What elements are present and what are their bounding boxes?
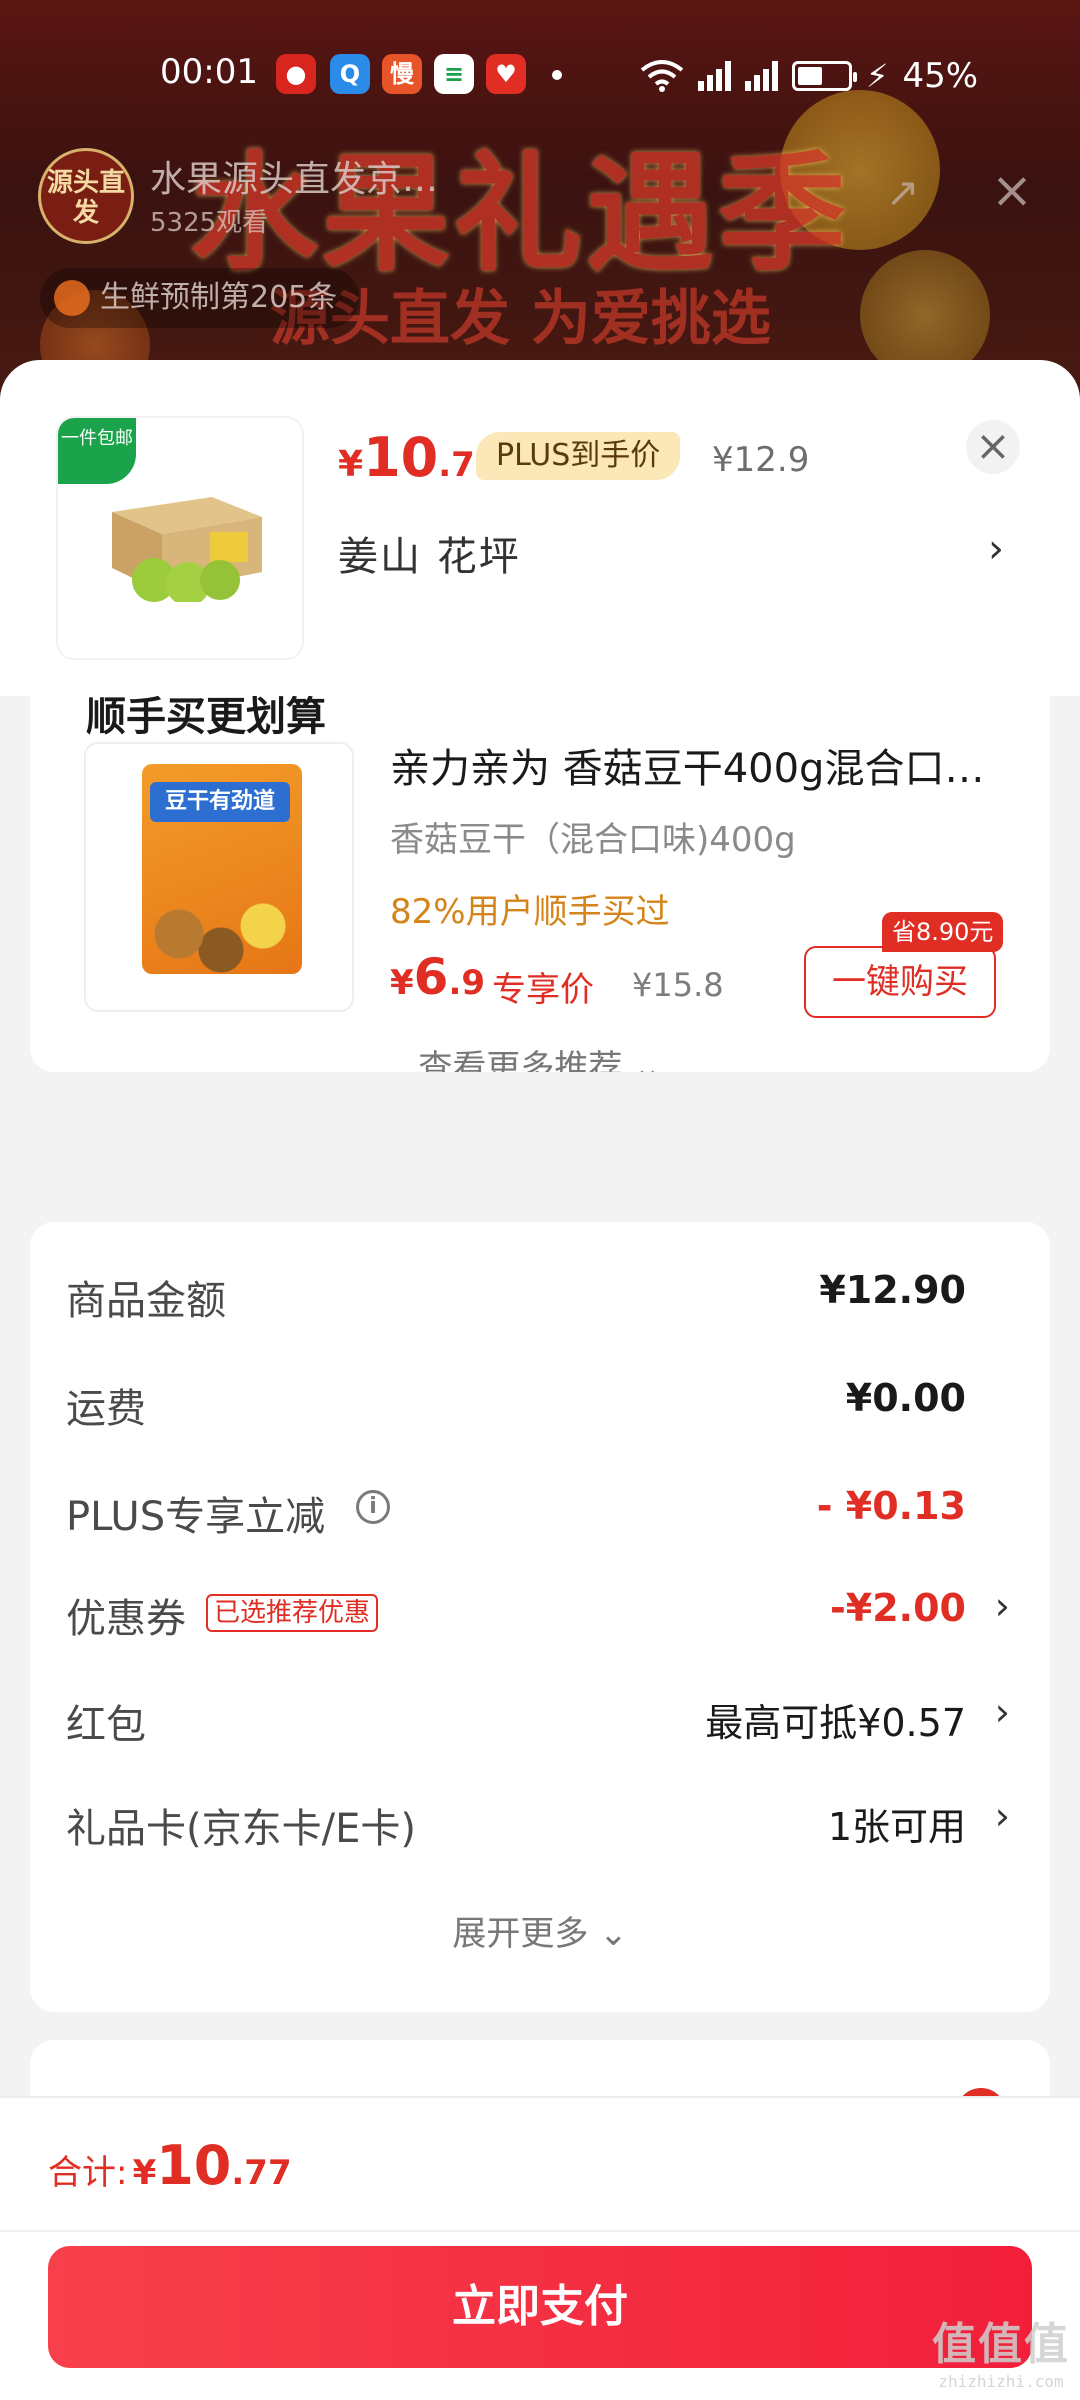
battery-icon: [792, 61, 857, 91]
shipping-row: 运费 ¥0.00: [30, 1362, 1050, 1442]
recommend-original-price: ¥15.8: [632, 966, 724, 1004]
stream-title[interactable]: 水果源头直发京…: [150, 150, 438, 202]
price-symbol: ¥: [390, 963, 414, 1003]
wifi-icon: [640, 60, 684, 92]
chat-app-icon: ≡: [434, 54, 474, 94]
product-box-graphic: [112, 497, 262, 602]
row-label: 运费: [66, 1386, 146, 1432]
recommend-price: ¥6.9: [390, 948, 485, 1006]
order-total: 合计: ¥10.77: [48, 2134, 292, 2197]
product-header: 一件包邮 ¥10.77 PLUS到手价 ¥12.9 姜山 花坪 ›: [0, 360, 1080, 696]
chevron-right-icon[interactable]: ›: [988, 526, 1004, 572]
one-click-buy-button[interactable]: 一键购买: [804, 946, 996, 1018]
site-watermark: 值值值 zhizhizhi.com: [926, 2308, 1076, 2391]
total-symbol: ¥: [132, 2153, 157, 2193]
info-icon[interactable]: i: [356, 1490, 390, 1524]
fruit-tag-icon: [54, 280, 90, 316]
more-recommendations-label: 查看更多推荐: [418, 1048, 623, 1072]
total-decimal: .77: [231, 2153, 292, 2193]
chevron-down-icon: ⌄: [633, 1048, 662, 1072]
row-label: 红包: [66, 1702, 146, 1748]
viewer-count: 5325观看: [150, 208, 269, 238]
row-label: 优惠券: [66, 1596, 186, 1642]
price-decimal: .9: [448, 963, 486, 1003]
plus-discount-row: PLUS专享立减 i - ¥0.13: [30, 1470, 1050, 1550]
price-integer: 6: [413, 948, 449, 1006]
more-recommendations-link[interactable]: 查看更多推荐 ⌄: [30, 1040, 1050, 1072]
selected-spec[interactable]: 姜山 花坪: [338, 524, 521, 582]
price-breakdown-card: 商品金额 ¥12.90 运费 ¥0.00 PLUS专享立减 i - ¥0.13 …: [30, 1222, 1050, 2012]
tofu-bag-label: 豆干有劲道: [150, 782, 290, 822]
app-notification-icon: ●: [276, 54, 316, 94]
savings-badge: 省8.90元: [882, 912, 1004, 952]
battery-percent: 45%: [902, 56, 979, 96]
product-image[interactable]: 一件包邮: [58, 418, 302, 658]
tofu-pieces-graphic: [116, 894, 326, 974]
recommend-product-title[interactable]: 亲力亲为 香菇豆干400g混合口味休闲零食: [390, 736, 1020, 794]
gift-card-row[interactable]: 礼品卡(京东卡/E卡) 1张可用 ›: [30, 1782, 1050, 1862]
row-value: 1张可用: [827, 1805, 966, 1849]
signal-icon: [745, 61, 778, 91]
row-value: -¥2.00: [830, 1586, 966, 1630]
original-price: ¥12.9: [712, 440, 810, 480]
coupon-row[interactable]: 优惠券 已选推荐优惠 -¥2.00 ›: [30, 1572, 1050, 1652]
row-label: 礼品卡(京东卡/E卡): [66, 1806, 416, 1852]
goods-amount-row: 商品金额 ¥12.90: [30, 1254, 1050, 1334]
social-proof-text: 82%用户顺手买过: [390, 892, 670, 932]
charging-icon: ⚡: [866, 57, 889, 95]
pay-now-button[interactable]: 立即支付: [48, 2246, 1032, 2368]
row-label: 商品金额: [66, 1278, 226, 1324]
row-value: ¥0.00: [845, 1376, 966, 1420]
chevron-right-icon: ›: [994, 1794, 1010, 1838]
app-notification-icon: 慢: [382, 54, 422, 94]
stream-tag[interactable]: 生鲜预制第205条: [40, 268, 360, 328]
chevron-right-icon: ›: [994, 1690, 1010, 1734]
free-shipping-ribbon: 一件包邮: [58, 418, 136, 484]
recommendation-card: 顺手买更划算 豆干有劲道 亲力亲为 香菇豆干400g混合口味休闲零食 香菇豆干（…: [30, 640, 1050, 1072]
row-value: 最高可抵¥0.57: [705, 1701, 966, 1745]
status-bar: 00:01 ● Q 慢 ≡ ♥ ⚡ 45%: [0, 40, 1080, 110]
exclusive-price-label: 专享价: [492, 970, 594, 1010]
live-stream-background: 水果礼遇季 源头直发 为爱挑选 00:01 ● Q 慢 ≡ ♥ ⚡ 45% 源头…: [0, 0, 1080, 420]
product-price: ¥10.77: [338, 426, 498, 489]
stream-tag-label: 生鲜预制第205条: [100, 280, 338, 315]
signal-icon: [698, 61, 731, 91]
row-value: ¥12.90: [819, 1268, 966, 1312]
price-integer: 10: [363, 426, 439, 489]
share-icon[interactable]: ↗: [886, 170, 930, 216]
search-app-icon: Q: [330, 54, 370, 94]
status-time: 00:01: [160, 52, 258, 92]
streamer-avatar[interactable]: 源头直发: [38, 148, 134, 244]
total-label: 合计:: [48, 2153, 128, 2193]
row-label: PLUS专享立减: [66, 1494, 326, 1540]
plus-price-tag: PLUS到手价: [476, 432, 681, 480]
app-notification-icon: ♥: [486, 54, 526, 94]
close-stream-icon[interactable]: ×: [990, 165, 1034, 215]
watermark-url: zhizhizhi.com: [938, 2372, 1064, 2391]
price-symbol: ¥: [338, 444, 364, 485]
watermark-logo: 值值值: [932, 2319, 1070, 2370]
row-value: - ¥0.13: [816, 1484, 966, 1528]
close-icon[interactable]: ×: [966, 420, 1020, 474]
checkout-sheet: 顺手买更划算 豆干有劲道 亲力亲为 香菇豆干400g混合口味休闲零食 香菇豆干（…: [0, 360, 1080, 2400]
expand-more-label: 展开更多: [452, 1914, 589, 1954]
divider: [0, 2230, 1080, 2232]
expand-more-link[interactable]: 展开更多 ⌄: [30, 1906, 1050, 1955]
chevron-right-icon: ›: [994, 1584, 1010, 1628]
total-integer: 10: [156, 2134, 232, 2197]
status-indicators: ⚡ 45%: [640, 54, 978, 98]
red-packet-row[interactable]: 红包 最高可抵¥0.57 ›: [30, 1678, 1050, 1758]
more-notifications-dot: [552, 70, 562, 80]
coupon-selected-tag: 已选推荐优惠: [206, 1594, 379, 1632]
chevron-down-icon: ⌄: [599, 1914, 628, 1954]
recommend-product-spec: 香菇豆干（混合口味)400g: [390, 820, 796, 860]
recommend-product-image[interactable]: 豆干有劲道: [84, 742, 354, 1012]
checkout-footer: 合计: ¥10.77 立即支付: [0, 2096, 1080, 2400]
